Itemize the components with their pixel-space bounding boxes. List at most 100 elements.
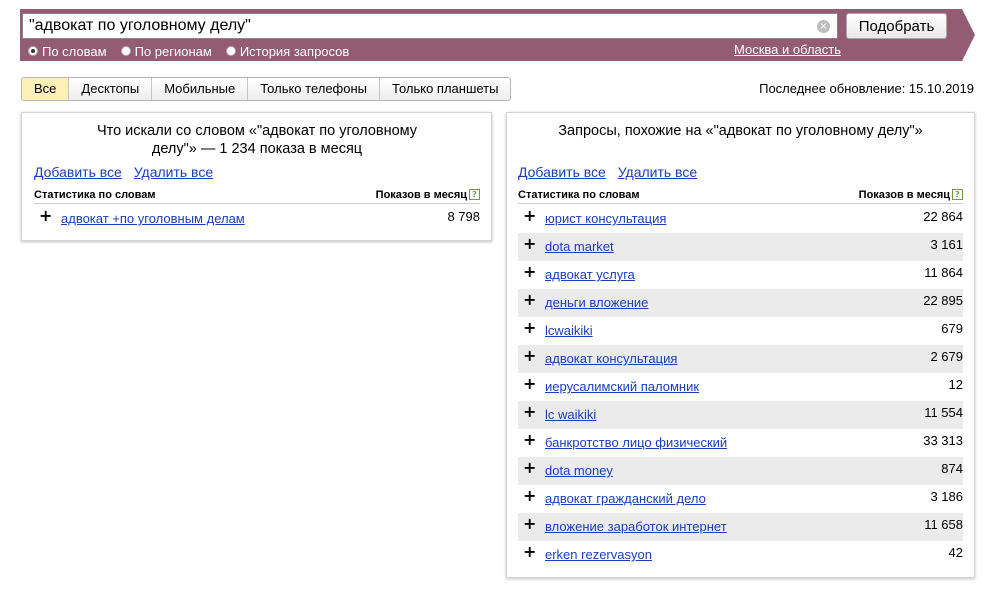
tab-desktops[interactable]: Десктопы [69, 78, 153, 100]
pick-button[interactable]: Подобрать [846, 13, 947, 39]
radio-by-words[interactable]: По словам [28, 44, 107, 59]
region-link[interactable]: Москва и область [734, 42, 841, 57]
impressions-count: 3 186 [930, 489, 963, 504]
table-row: + вложение заработок интернет 11 658 [518, 513, 963, 541]
plus-icon[interactable]: + [523, 376, 536, 392]
plus-icon[interactable]: + [523, 488, 536, 504]
plus-icon[interactable]: + [523, 404, 536, 420]
words-table: + адвокат +по уголовным делам 8 798 [34, 205, 480, 233]
keyword-link[interactable]: lc waikiki [545, 407, 596, 422]
impressions-count: 12 [948, 377, 963, 392]
radio-unchecked-icon [225, 46, 236, 56]
table-row: + адвокат гражданский дело 3 186 [518, 485, 963, 513]
radio-query-history[interactable]: История запросов [225, 44, 349, 59]
table-row: + dota money 874 [518, 457, 963, 485]
radio-by-regions[interactable]: По регионам [120, 43, 212, 59]
keyword-link[interactable]: erken rezervasyon [545, 547, 652, 562]
keyword-link[interactable]: деньги вложение [545, 295, 648, 310]
tab-tablets-only[interactable]: Только планшеты [380, 78, 511, 100]
keyword-link[interactable]: юрист консультация [545, 211, 666, 226]
add-all-link[interactable]: Добавить все [518, 164, 606, 180]
table-row: + адвокат услуга 11 864 [518, 261, 963, 289]
keyword-link[interactable]: dota money [545, 463, 613, 478]
impressions-count: 874 [941, 461, 963, 476]
impressions-count: 8 798 [447, 209, 480, 224]
table-row: + lc waikiki 11 554 [518, 401, 963, 429]
clear-icon[interactable]: × [817, 20, 830, 33]
similar-queries-table: + юрист консультация 22 864 + dota market 3 1… [518, 205, 963, 569]
help-icon[interactable]: ? [952, 189, 963, 200]
impressions-count: 11 554 [924, 405, 963, 420]
search-field[interactable]: × [22, 13, 838, 39]
search-input[interactable] [29, 15, 809, 37]
column-header-words: Статистика по словам [34, 189, 156, 201]
panel-actions: Добавить все Удалить все [34, 164, 221, 180]
keyword-link[interactable]: адвокат консультация [545, 351, 677, 366]
plus-icon[interactable]: + [523, 432, 536, 448]
table-row: + dota market 3 161 [518, 233, 963, 261]
table-header: Статистика по словам Показов в месяц? [34, 187, 480, 204]
remove-all-link[interactable]: Удалить все [618, 164, 697, 180]
impressions-count: 3 161 [930, 237, 963, 252]
table-row: + адвокат +по уголовным делам 8 798 [34, 205, 480, 233]
column-header-count: Показов в месяц? [376, 189, 480, 201]
keyword-link[interactable]: адвокат услуга [545, 267, 635, 282]
radio-checked-icon [28, 46, 38, 56]
keyword-link[interactable]: вложение заработок интернет [545, 519, 727, 534]
add-all-link[interactable]: Добавить все [34, 164, 122, 180]
panel-title: Запросы, похожие на «"адвокат по уголовн… [558, 123, 923, 139]
search-bar: × Подобрать По словам По регионам Истори… [20, 9, 975, 61]
help-icon[interactable]: ? [469, 189, 480, 200]
plus-icon[interactable]: + [523, 320, 536, 336]
table-row: + деньги вложение 22 895 [518, 289, 963, 317]
plus-icon[interactable]: + [523, 516, 536, 532]
plus-icon[interactable]: + [523, 460, 536, 476]
keyword-link[interactable]: адвокат гражданский дело [545, 491, 706, 506]
tab-all[interactable]: Все [22, 78, 70, 100]
tab-phones-only[interactable]: Только телефоны [248, 78, 381, 100]
keyword-link[interactable]: lcwaikiki [545, 323, 593, 338]
radio-label: По словам [42, 43, 107, 59]
plus-icon[interactable]: + [523, 348, 536, 364]
plus-icon[interactable]: + [523, 544, 536, 560]
impressions-count: 11 658 [924, 517, 963, 532]
words-panel: Что искали со словом «"адвокат по уголов… [21, 112, 492, 241]
remove-all-link[interactable]: Удалить все [134, 164, 213, 180]
column-header-count: Показов в месяц? [859, 189, 963, 201]
table-row: + иерусалимский паломник 12 [518, 373, 963, 401]
plus-icon[interactable]: + [523, 292, 536, 308]
table-header: Статистика по словам Показов в месяц? [518, 187, 963, 204]
column-header-count-label: Показов в месяц [858, 189, 950, 201]
search-mode-radios: По словам По регионам История запросов [28, 42, 363, 60]
radio-unchecked-icon [120, 46, 131, 56]
impressions-count: 2 679 [930, 349, 963, 364]
last-update: Последнее обновление: 15.10.2019 [759, 81, 974, 96]
panel-title: Что искали со словом «"адвокат по уголов… [62, 122, 452, 158]
impressions-count: 22 895 [923, 293, 963, 308]
column-header-words: Статистика по словам [518, 189, 640, 201]
keyword-link[interactable]: dota market [545, 239, 614, 254]
plus-icon[interactable]: + [523, 236, 536, 252]
table-row: + lcwaikiki 679 [518, 317, 963, 345]
radio-label: По регионам [134, 43, 212, 59]
impressions-count: 33 313 [923, 433, 963, 448]
plus-icon[interactable]: + [39, 208, 52, 224]
panel-title-line: Что искали со словом «"адвокат по уголов… [96, 123, 418, 139]
similar-queries-panel: Запросы, похожие на «"адвокат по уголовн… [506, 112, 975, 578]
table-row: + банкротство лицо физический 33 313 [518, 429, 963, 457]
tab-mobile[interactable]: Мобильные [152, 78, 249, 100]
impressions-count: 22 864 [923, 209, 963, 224]
impressions-count: 42 [948, 545, 963, 560]
table-row: + адвокат консультация 2 679 [518, 345, 963, 373]
panel-title-line: делу"» — 1 234 показа в месяц [151, 141, 363, 157]
keyword-link[interactable]: иерусалимский паломник [545, 379, 699, 394]
impressions-count: 11 864 [924, 265, 963, 280]
keyword-link[interactable]: банкротство лицо физический [545, 435, 727, 450]
impressions-count: 679 [941, 321, 963, 336]
plus-icon[interactable]: + [523, 264, 536, 280]
table-row: + юрист консультация 22 864 [518, 205, 963, 233]
plus-icon[interactable]: + [523, 208, 536, 224]
keyword-link[interactable]: адвокат +по уголовным делам [61, 211, 245, 226]
device-tabs: Все Десктопы Мобильные Только телефоны Т… [21, 77, 512, 101]
panel-actions: Добавить все Удалить все [518, 164, 705, 180]
